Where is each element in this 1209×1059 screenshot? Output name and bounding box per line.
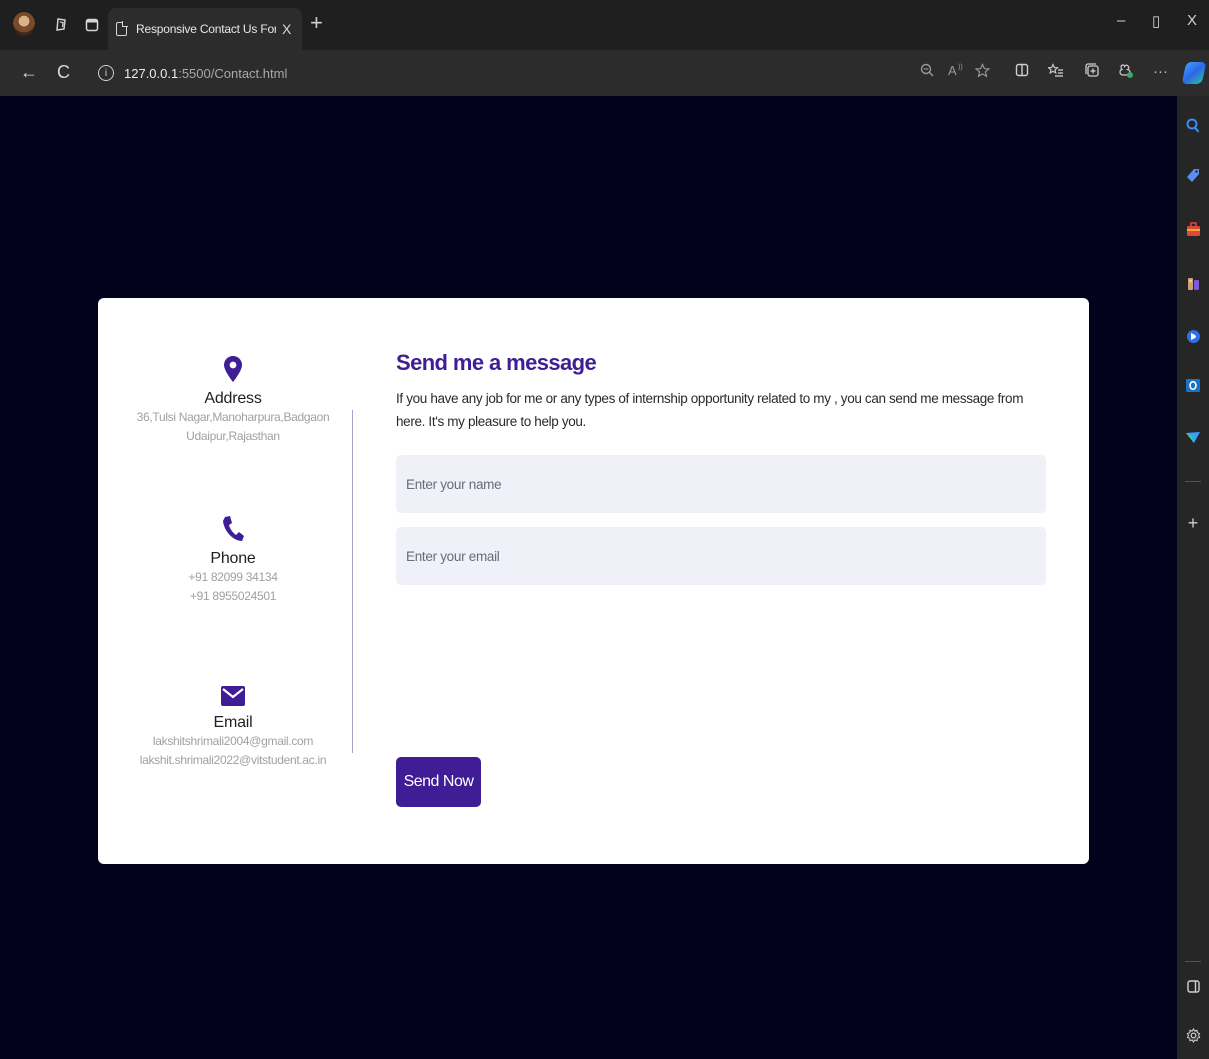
- more-icon[interactable]: ···: [1153, 63, 1168, 80]
- shopping-icon[interactable]: [1177, 168, 1209, 188]
- email-input[interactable]: [396, 527, 1046, 585]
- url-host: 127.0.0.1: [124, 65, 179, 81]
- phone-block: Phone +91 82099 34134 +91 8955024501: [98, 516, 368, 606]
- zoom-icon[interactable]: [920, 63, 934, 81]
- new-tab-button[interactable]: +: [310, 10, 323, 36]
- collections-icon[interactable]: [1085, 63, 1100, 82]
- close-window-button[interactable]: X: [1187, 12, 1197, 29]
- email-block: Email lakshitshrimali2004@gmail.com laks…: [98, 686, 368, 770]
- column-divider: [352, 410, 353, 753]
- location-pin-icon: [224, 356, 242, 382]
- address-heading: Address: [204, 390, 262, 407]
- email-line-2: lakshit.shrimali2022@vitstudent.ac.in: [139, 753, 327, 767]
- drop-icon[interactable]: [1177, 431, 1209, 448]
- extensions-icon[interactable]: [1118, 63, 1134, 83]
- profile-avatar[interactable]: [13, 12, 35, 36]
- phone-heading: Phone: [210, 550, 256, 567]
- address-block: Address 36,Tulsi Nagar,Manoharpura,Badga…: [98, 356, 368, 446]
- form-title: Send me a message: [396, 350, 597, 375]
- add-icon[interactable]: +: [1177, 513, 1209, 534]
- contact-info-column: Address 36,Tulsi Nagar,Manoharpura,Badga…: [98, 298, 368, 864]
- email-line-1: lakshitshrimali2004@gmail.com: [152, 734, 314, 748]
- outlook-icon[interactable]: [1177, 378, 1209, 397]
- name-input[interactable]: [396, 455, 1046, 513]
- reload-button[interactable]: C: [57, 62, 70, 83]
- url-field[interactable]: i 127.0.0.1:5500/Contact.html: [94, 58, 994, 88]
- browser-title-bar: Responsive Contact Us Form | Co X + – ▯ …: [0, 0, 1209, 50]
- favorite-icon[interactable]: [974, 63, 991, 82]
- tab-close-button[interactable]: X: [282, 21, 291, 37]
- envelope-icon: [221, 686, 245, 706]
- copilot-icon[interactable]: [1181, 62, 1207, 84]
- tools-icon[interactable]: [1177, 222, 1209, 241]
- split-screen-icon[interactable]: [1015, 63, 1029, 81]
- minimize-button[interactable]: –: [1117, 12, 1125, 29]
- phone-line-1: +91 82099 34134: [188, 570, 278, 584]
- back-button[interactable]: ←: [20, 62, 38, 83]
- svg-text:)): )): [958, 64, 963, 71]
- read-aloud-icon[interactable]: A)): [948, 63, 964, 81]
- page-icon: [116, 21, 128, 36]
- browser-tab[interactable]: Responsive Contact Us Form | Co X: [108, 8, 302, 50]
- favorites-list-icon[interactable]: [1047, 63, 1064, 82]
- sidebar-divider: [1185, 481, 1201, 482]
- sidebar-divider: [1185, 961, 1201, 962]
- copilot-sidebar-icon[interactable]: [1177, 329, 1209, 348]
- address-line-2: Udaipur,Rajasthan: [186, 429, 280, 443]
- workspaces-icon[interactable]: [50, 14, 72, 36]
- sidebar-toggle-icon[interactable]: [1177, 980, 1209, 997]
- phone-icon: [223, 516, 244, 541]
- tab-actions-icon[interactable]: [81, 14, 103, 36]
- games-icon[interactable]: [1177, 276, 1209, 296]
- email-heading: Email: [213, 714, 253, 731]
- tab-title: Responsive Contact Us Form | Co: [136, 22, 276, 36]
- browser-sidebar: +: [1177, 96, 1209, 1059]
- send-now-button[interactable]: Send Now: [396, 757, 481, 807]
- form-description: If you have any job for me or any types …: [396, 391, 1024, 429]
- address-line-1: 36,Tulsi Nagar,Manoharpura,Badgaon: [136, 410, 330, 424]
- phone-line-2: +91 8955024501: [189, 589, 277, 603]
- search-icon[interactable]: [1177, 118, 1209, 138]
- svg-text:A: A: [948, 63, 957, 77]
- contact-card: Address 36,Tulsi Nagar,Manoharpura,Badga…: [98, 298, 1089, 864]
- url-path: :5500/Contact.html: [178, 65, 288, 81]
- restore-button[interactable]: ▯: [1152, 12, 1160, 30]
- site-info-icon[interactable]: i: [98, 65, 114, 81]
- address-bar: ← C i 127.0.0.1:5500/Contact.html A)) ··…: [0, 50, 1209, 96]
- settings-icon[interactable]: [1177, 1027, 1209, 1047]
